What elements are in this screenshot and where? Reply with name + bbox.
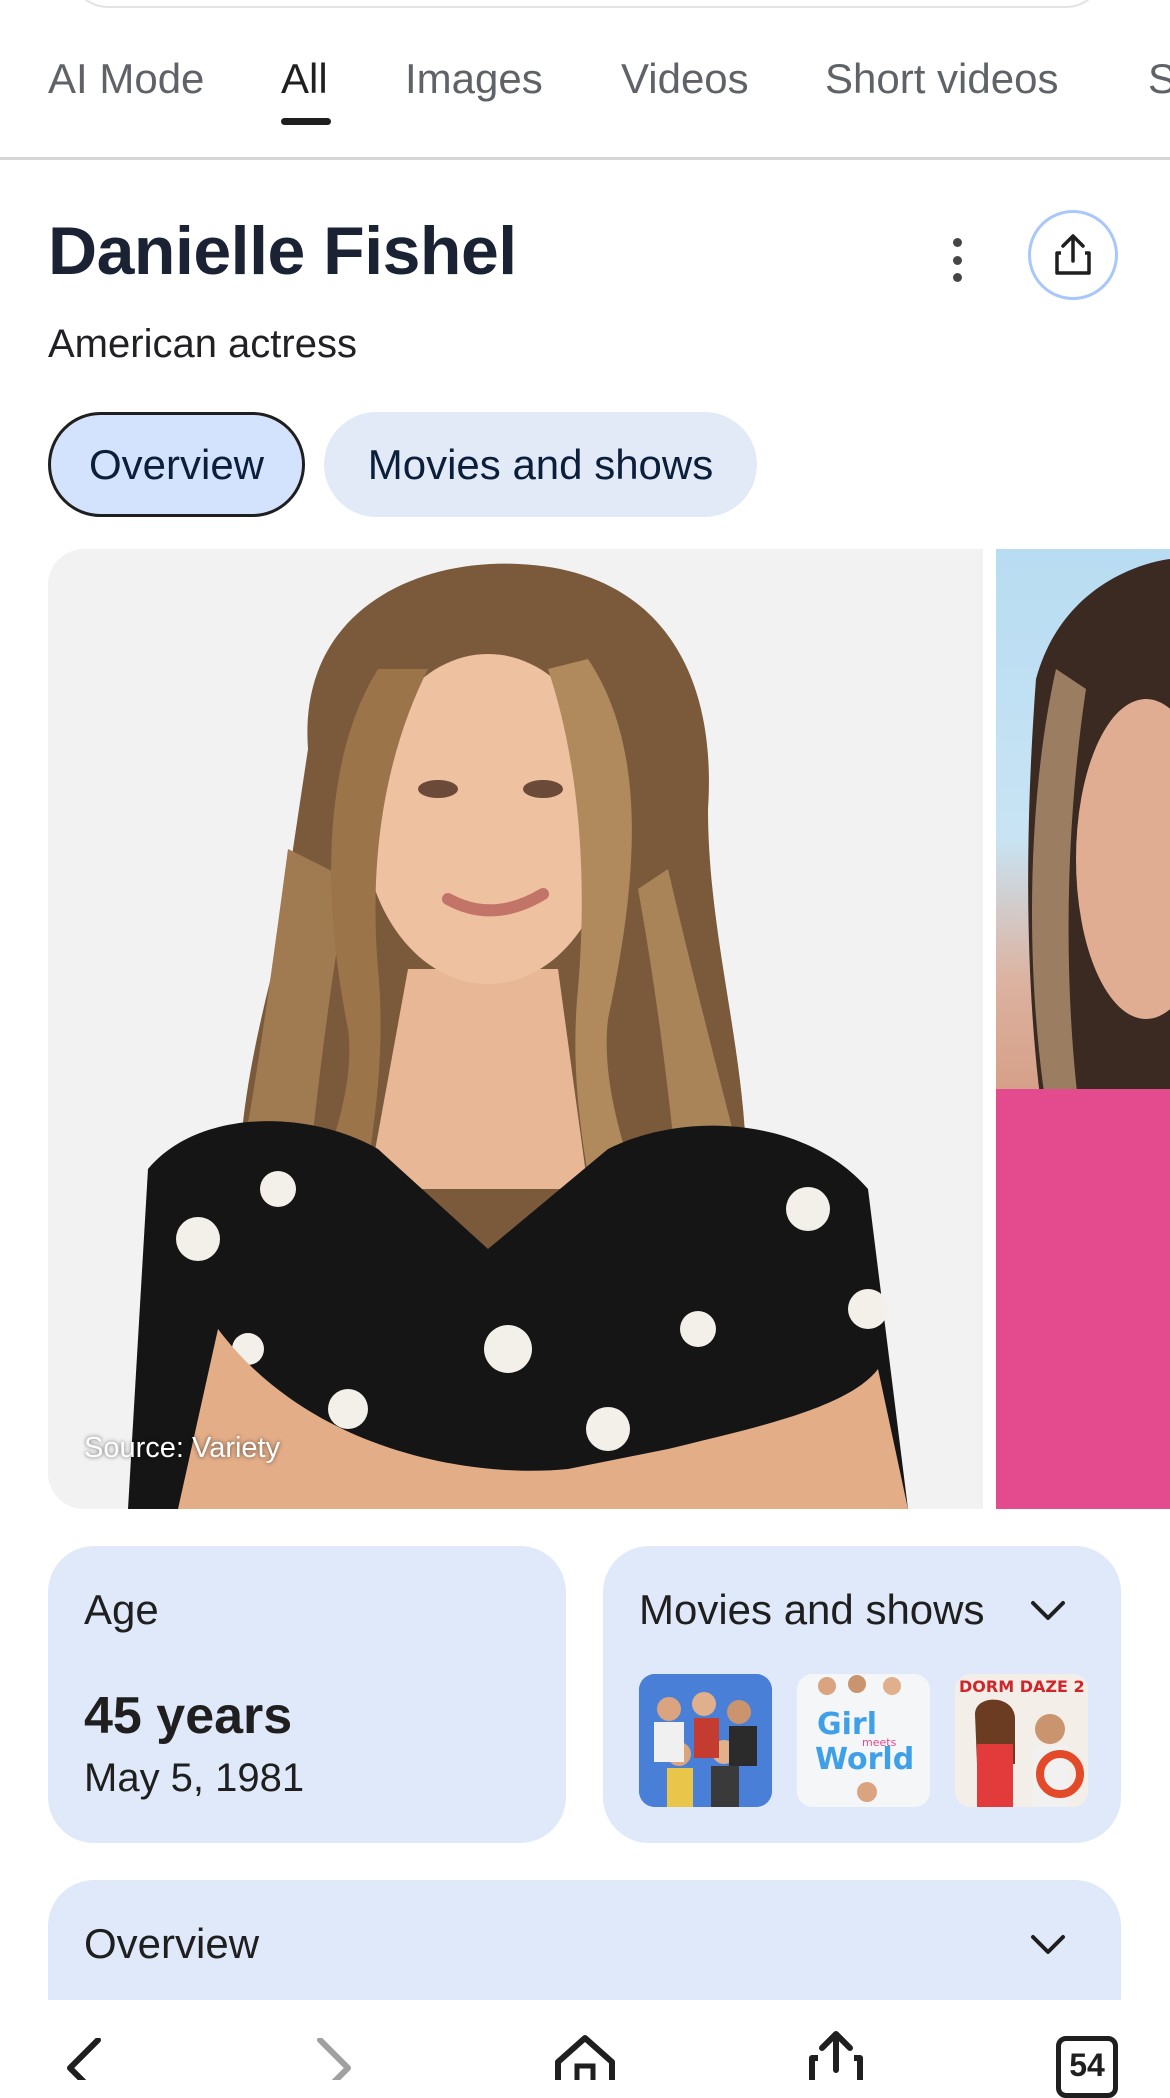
home-icon[interactable] xyxy=(552,2032,618,2080)
movie-thumbnail[interactable]: Girl World meets xyxy=(797,1674,930,1807)
image-source: Source: Variety xyxy=(84,1432,281,1464)
forward-icon[interactable] xyxy=(310,2038,360,2080)
tab-ai-mode[interactable]: AI Mode xyxy=(48,55,204,103)
tab-videos[interactable]: Videos xyxy=(621,55,749,103)
entity-description: American actress xyxy=(48,322,357,366)
movies-label: Movies and shows xyxy=(639,1586,985,1633)
chip-overview[interactable]: Overview xyxy=(48,412,305,517)
back-icon[interactable] xyxy=(58,2038,108,2080)
tab-short-videos[interactable]: Short videos xyxy=(825,55,1058,103)
secondary-photo[interactable] xyxy=(996,549,1170,1509)
portrait-illustration xyxy=(48,549,983,1509)
share-button[interactable] xyxy=(1028,210,1118,300)
chevron-down-icon[interactable] xyxy=(1028,1932,1068,1958)
movie-thumbnail[interactable]: DORM DAZE 2 xyxy=(955,1674,1088,1807)
main-photo[interactable] xyxy=(48,549,983,1509)
age-label: Age xyxy=(84,1586,159,1633)
svg-text:meets: meets xyxy=(862,1736,897,1749)
share-icon[interactable] xyxy=(806,2030,866,2080)
svg-text:DORM DAZE 2: DORM DAZE 2 xyxy=(959,1677,1085,1696)
tab-count: 54 xyxy=(1069,2047,1105,2083)
share-icon xyxy=(1055,234,1091,275)
age-value: 45 years xyxy=(84,1687,293,1745)
tab-images[interactable]: Images xyxy=(405,55,543,103)
search-tabs: AI Mode All Images Videos Short videos S xyxy=(0,0,1170,160)
portrait-illustration-2 xyxy=(996,559,1170,1509)
active-tab-indicator xyxy=(281,118,331,125)
browser-bottom-bar: 54 xyxy=(0,2000,1170,2098)
tab-count-button[interactable]: 54 xyxy=(1056,2036,1118,2098)
age-card[interactable]: Age 45 years May 5, 1981 xyxy=(48,1546,566,1843)
tab-all[interactable]: All xyxy=(281,55,328,103)
chip-movies-and-shows[interactable]: Movies and shows xyxy=(324,412,757,517)
tab-more-partial[interactable]: S xyxy=(1148,55,1170,103)
birth-date: May 5, 1981 xyxy=(84,1756,305,1800)
overview-label: Overview xyxy=(84,1920,260,1967)
movie-thumbnail[interactable] xyxy=(639,1674,772,1807)
movies-card[interactable]: Movies and shows Girl World meets DORM D… xyxy=(603,1546,1121,1843)
entity-title: Danielle Fishel xyxy=(48,213,517,289)
chevron-down-icon[interactable] xyxy=(1028,1598,1068,1624)
more-options-icon[interactable] xyxy=(935,230,979,290)
